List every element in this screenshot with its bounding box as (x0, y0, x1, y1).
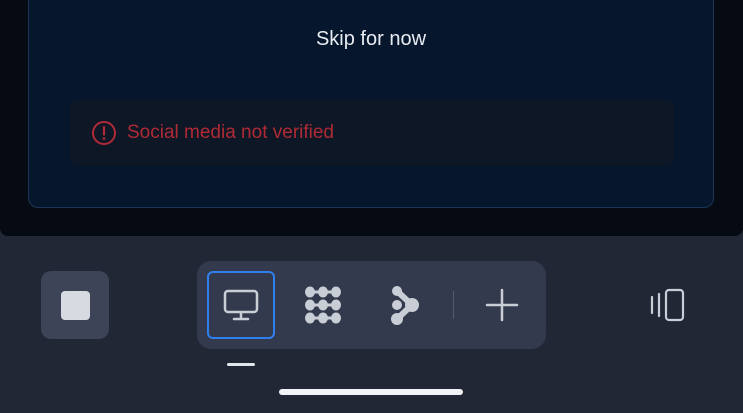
monitor-tool-button[interactable] (207, 271, 275, 339)
add-button[interactable] (468, 271, 536, 339)
stop-button[interactable] (41, 271, 109, 339)
dots-grid-icon (301, 283, 345, 327)
panel-toggle-button[interactable] (643, 283, 693, 327)
toolbar (197, 261, 546, 349)
skip-for-now-button[interactable]: Skip for now (29, 28, 713, 51)
alert-circle-icon (91, 120, 117, 146)
dots-grid-tool-button[interactable] (289, 271, 357, 339)
bottom-bar (0, 236, 743, 413)
flow-tool-button[interactable] (371, 271, 439, 339)
home-indicator (279, 389, 463, 395)
plus-icon (484, 287, 520, 323)
nodes-flow-icon (385, 283, 425, 327)
alert-message: Social media not verified (127, 122, 334, 143)
monitor-icon (221, 285, 261, 325)
stop-square-icon (60, 290, 90, 320)
panel-toggle-icon (646, 287, 690, 323)
verification-card: Skip for now Social media not verified (28, 0, 714, 208)
active-tab-indicator (227, 363, 255, 366)
verification-alert: Social media not verified (70, 100, 674, 166)
content-area: Skip for now Social media not verified (0, 0, 743, 236)
toolbar-divider (453, 291, 454, 319)
